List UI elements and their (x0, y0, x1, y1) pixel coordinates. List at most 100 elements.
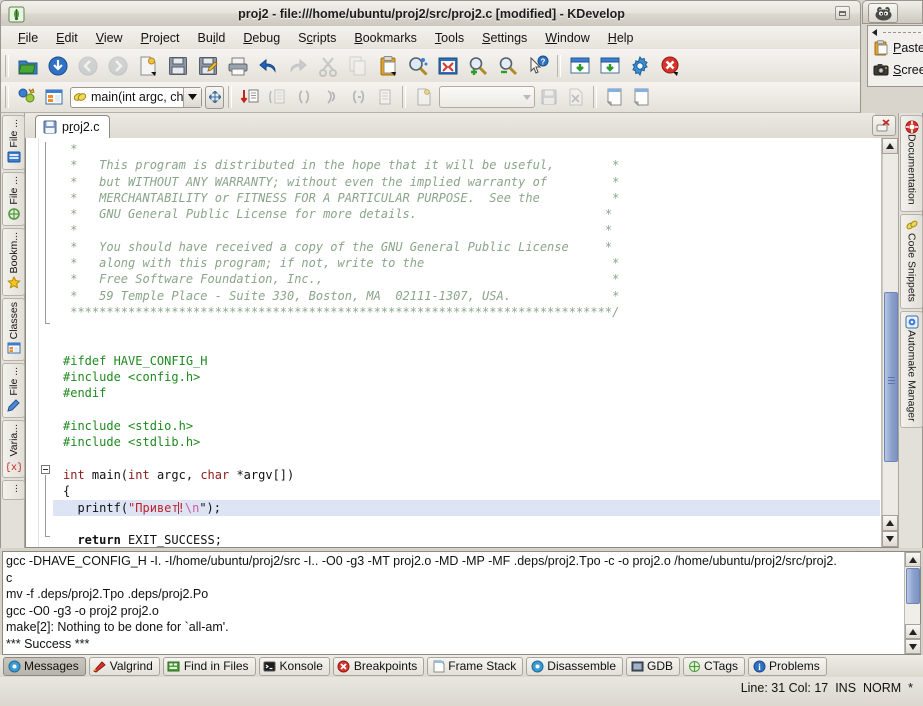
bottom-tab-find-in-files[interactable]: Find in Files (162, 656, 256, 676)
output-scroll-up-button[interactable] (905, 552, 921, 567)
sidebar-item-automake-manager[interactable]: Automake Manager (900, 310, 923, 429)
prev-block-icon[interactable] (345, 85, 370, 110)
zoom-in-icon[interactable] (464, 52, 492, 80)
new-doc-2-icon[interactable] (629, 85, 654, 110)
editor-text-area[interactable]: * * This program is distributed in the h… (53, 138, 880, 547)
bottom-tab-konsole[interactable]: Konsole (258, 656, 330, 676)
copy-icon[interactable] (344, 52, 372, 80)
new-doc-1-icon[interactable] (602, 85, 627, 110)
editor-folding-bar[interactable] (39, 138, 53, 547)
save-as-icon[interactable] (194, 52, 222, 80)
sidebar-item-documentation[interactable]: Documentation (900, 115, 923, 212)
bottom-tab-problems[interactable]: i Problems (748, 656, 827, 676)
editor-vertical-scrollbar[interactable] (881, 138, 898, 547)
output-scrollbar-thumb[interactable] (906, 568, 920, 604)
bottom-tab-messages[interactable]: Messages (3, 656, 86, 676)
bottom-tab-ctags[interactable]: CTags (683, 656, 746, 676)
list-icon[interactable] (372, 85, 397, 110)
fold-marker-main[interactable] (41, 465, 50, 474)
menu-settings[interactable]: Settings (473, 28, 536, 48)
editor-tab-proj2c[interactable]: proj2.c (35, 115, 110, 138)
paste-icon[interactable] (374, 52, 402, 80)
file-combo[interactable] (439, 86, 535, 108)
sidebar-item-more[interactable]: ... (2, 480, 25, 500)
menu-view[interactable]: View (87, 28, 132, 48)
chevron-down-icon[interactable] (183, 87, 201, 107)
bottom-tab-breakpoints[interactable]: Breakpoints (332, 656, 425, 676)
gimp-wilber-icon[interactable] (868, 3, 898, 23)
build-project-icon[interactable] (566, 52, 594, 80)
scroll-down-button-2[interactable] (882, 531, 898, 547)
sidebar-item-variables[interactable]: Varia... {x} (2, 419, 25, 479)
scrollbar-thumb[interactable] (884, 292, 898, 462)
zoom-out-icon[interactable] (494, 52, 522, 80)
output-panel[interactable]: gcc -DHAVE_CONFIG_H -I. -I/home/ubuntu/p… (2, 551, 921, 655)
gimp-menu-item-paste[interactable]: Paste (868, 37, 923, 59)
print-icon[interactable] (224, 52, 252, 80)
gimp-menu-item-screenshot[interactable]: Scree (868, 59, 923, 81)
forward-icon[interactable] (104, 52, 132, 80)
find-icon[interactable] (404, 52, 432, 80)
menu-scripts[interactable]: Scripts (289, 28, 345, 48)
build-file-icon[interactable] (596, 52, 624, 80)
code-editor[interactable]: * * This program is distributed in the h… (25, 138, 898, 548)
sidebar-item-file-tree[interactable]: File ... (2, 115, 25, 170)
sidebar-item-file-selector[interactable]: File ... (2, 362, 25, 418)
menu-window[interactable]: Window (536, 28, 598, 48)
prev-function-icon[interactable] (291, 85, 316, 110)
menu-help[interactable]: Help (599, 28, 643, 48)
redo-icon[interactable] (284, 52, 312, 80)
method-combo[interactable]: main(int argc, ch (70, 86, 202, 108)
scroll-up-button[interactable] (882, 138, 898, 154)
file-combo-chevron-icon[interactable] (519, 88, 534, 106)
bottom-tab-gdb[interactable]: GDB (626, 656, 681, 676)
open-file-icon[interactable] (44, 52, 72, 80)
minimize-button[interactable] (835, 6, 850, 20)
menu-project[interactable]: Project (132, 28, 189, 48)
menu-tearoff-handle[interactable] (868, 28, 923, 37)
new-file-icon[interactable] (134, 52, 162, 80)
back-icon[interactable] (74, 52, 102, 80)
classes-icon[interactable] (14, 85, 39, 110)
next-function-icon[interactable] (318, 85, 343, 110)
sidebar-item-bookmarks[interactable]: Bookm... (2, 228, 25, 296)
output-vertical-scrollbar[interactable] (904, 552, 921, 654)
bottom-tab-disassemble[interactable]: Disassemble (526, 656, 623, 676)
cut-icon[interactable] (314, 52, 342, 80)
namespace-icon[interactable] (41, 85, 66, 110)
new-class-icon[interactable] (411, 85, 436, 110)
undo-icon[interactable] (254, 52, 282, 80)
menu-file[interactable]: File (9, 28, 47, 48)
close-tab-button[interactable] (872, 115, 896, 136)
toolbar-drag-handle[interactable] (205, 85, 224, 109)
discard-icon[interactable] (563, 85, 588, 110)
sidebar-item-code-snippets[interactable]: Code Snippets (900, 213, 923, 309)
toolbar-separator-2 (557, 54, 561, 77)
switch-header-icon[interactable] (264, 85, 289, 110)
replace-icon[interactable] (434, 52, 462, 80)
output-scroll-down-button-2[interactable] (905, 639, 921, 654)
open-project-icon[interactable] (14, 52, 42, 80)
save-icon[interactable] (164, 52, 192, 80)
sidebar-item-file-groups[interactable]: File ... (2, 171, 25, 227)
window-title: proj2 - file:///home/ubuntu/proj2/src/pr… (238, 7, 625, 21)
configure-icon[interactable] (626, 52, 654, 80)
output-scroll-down-button-1[interactable] (905, 624, 921, 639)
menu-debug[interactable]: Debug (234, 28, 289, 48)
whats-this-icon[interactable]: ? (524, 52, 552, 80)
scroll-down-button-1[interactable] (882, 515, 898, 531)
menu-tools[interactable]: Tools (426, 28, 473, 48)
bottom-tab-frame-stack[interactable]: Frame Stack (427, 656, 524, 676)
scrollbar-track[interactable] (882, 154, 898, 515)
menu-bookmarks[interactable]: Bookmarks (345, 28, 426, 48)
stop-icon[interactable] (656, 52, 684, 80)
sidebar-item-classes[interactable]: Classes (2, 297, 25, 361)
gimp-toolbox-window[interactable]: Paste Scree (862, 0, 923, 113)
bottom-tab-valgrind[interactable]: Valgrind (88, 656, 160, 676)
save-small-icon[interactable] (536, 85, 561, 110)
menu-build[interactable]: Build (189, 28, 235, 48)
goto-declaration-icon[interactable] (237, 85, 262, 110)
menu-edit[interactable]: Edit (47, 28, 87, 48)
editor-icon-border[interactable] (26, 138, 39, 547)
gimp-context-menu[interactable]: Paste Scree (867, 25, 923, 87)
